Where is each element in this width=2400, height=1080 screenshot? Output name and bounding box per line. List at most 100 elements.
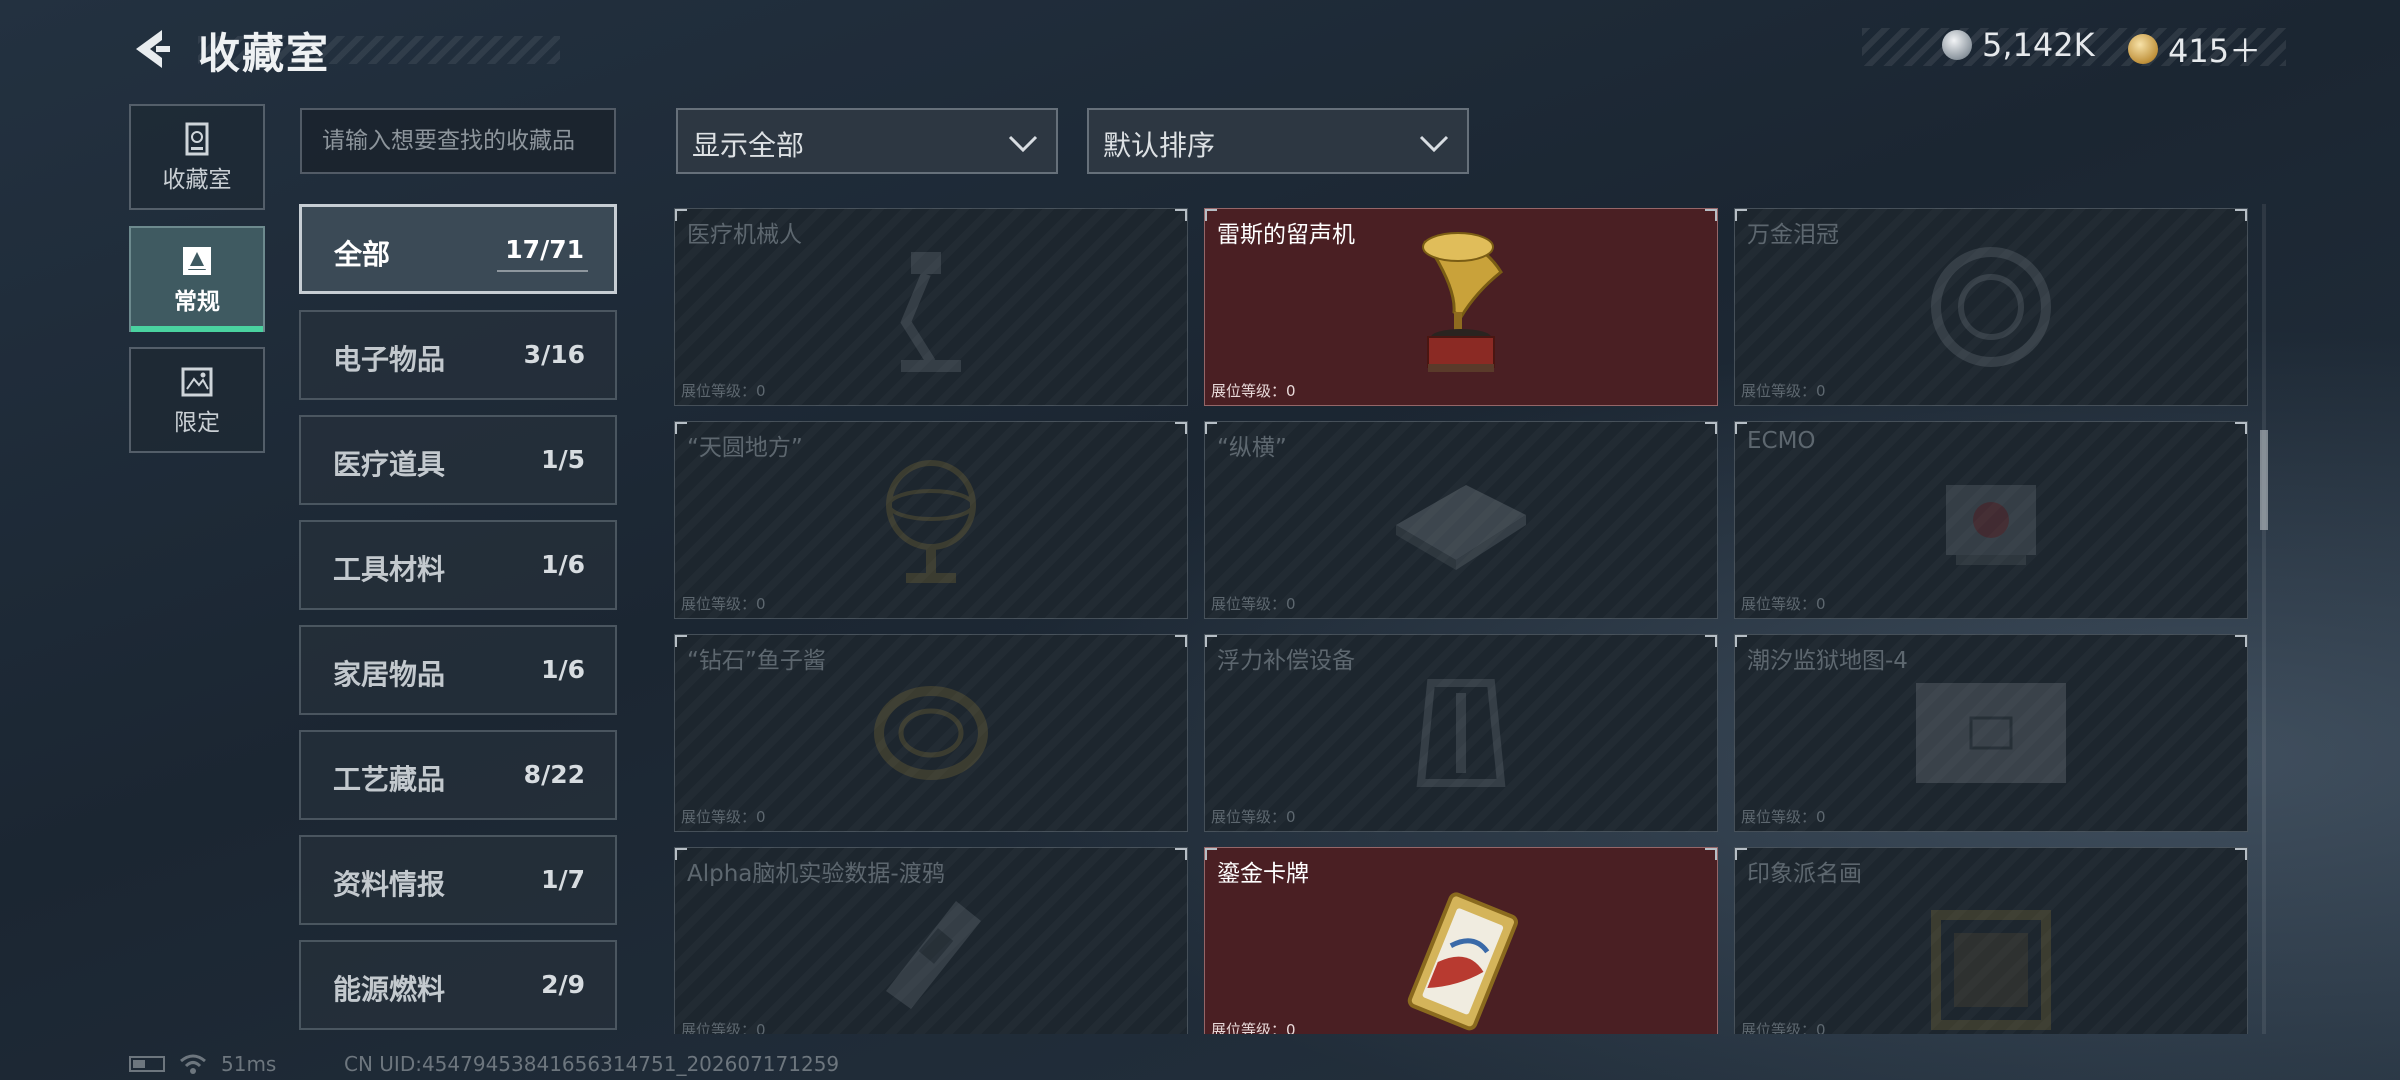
robot-arm-icon <box>900 252 961 372</box>
side-tab-label: 常规 <box>174 289 220 315</box>
chevron-down-icon <box>1008 135 1038 153</box>
category-name: 医疗道具 <box>333 448 446 481</box>
item-name: 印象派名画 <box>1747 861 1862 887</box>
display-filter-value: 显示全部 <box>692 129 805 162</box>
category-name: 家居物品 <box>333 658 446 691</box>
category-fuel[interactable]: 能源燃料 2/9 <box>299 940 617 1030</box>
item-level: 展位等级：0 <box>1741 1021 1826 1034</box>
item-level: 展位等级：0 <box>1211 595 1296 613</box>
currency-gold-value: 415＋ <box>2168 32 2262 70</box>
item-card-ecmo[interactable]: ECMO 展位等级：0 <box>1734 421 2248 619</box>
category-name: 能源燃料 <box>333 973 446 1006</box>
item-card-prison-map[interactable]: 潮汐监狱地图-4 展位等级：0 <box>1734 634 2248 832</box>
regular-icon <box>180 244 214 278</box>
category-tools[interactable]: 工具材料 1/6 <box>299 520 617 610</box>
category-count: 3/16 <box>523 340 585 369</box>
battery-icon <box>129 1056 165 1072</box>
item-name: ECMO <box>1747 428 1816 454</box>
item-name: 鎏金卡牌 <box>1217 861 1309 887</box>
side-tab-limited[interactable]: 限定 <box>129 347 265 453</box>
item-card-caviar[interactable]: “钻石”鱼子酱 展位等级：0 <box>674 634 1188 832</box>
category-name: 工艺藏品 <box>333 763 446 796</box>
currency-silver: 5,142K <box>1942 26 2095 64</box>
item-level: 展位等级：0 <box>1741 595 1826 613</box>
item-level: 展位等级：0 <box>1741 382 1826 400</box>
sort-dropdown[interactable]: 默认排序 <box>1087 108 1469 174</box>
status-footer: 51ms <box>129 1052 276 1076</box>
category-name: 电子物品 <box>333 343 446 376</box>
currency-gold[interactable]: 415＋ <box>2128 26 2261 72</box>
item-card-armillary[interactable]: “天圆地方” 展位等级：0 <box>674 421 1188 619</box>
category-crafts[interactable]: 工艺藏品 8/22 <box>299 730 617 820</box>
category-intel[interactable]: 资料情报 1/7 <box>299 835 617 925</box>
category-count: 2/9 <box>541 970 585 999</box>
item-level: 展位等级：0 <box>1211 1021 1296 1034</box>
chevron-down-icon <box>1419 135 1449 153</box>
search-input[interactable] <box>300 108 616 174</box>
category-medical[interactable]: 医疗道具 1/5 <box>299 415 617 505</box>
item-card-gilded-card[interactable]: 鎏金卡牌 展位等级：0 <box>1204 847 1718 1034</box>
caviar-tin-icon <box>874 686 988 780</box>
item-level: 展位等级：0 <box>1741 808 1826 826</box>
side-tab-collection-room[interactable]: 收藏室 <box>129 104 265 210</box>
item-name: 雷斯的留声机 <box>1217 222 1355 248</box>
category-count: 1/6 <box>541 550 585 579</box>
category-count: 1/6 <box>541 655 585 684</box>
item-level: 展位等级：0 <box>1211 382 1296 400</box>
side-tab-label: 收藏室 <box>162 167 232 193</box>
category-name: 全部 <box>334 238 391 271</box>
category-name: 资料情报 <box>333 868 446 901</box>
data-drive-icon <box>886 901 981 1009</box>
item-name: 万金泪冠 <box>1747 222 1839 248</box>
item-card-crown[interactable]: 万金泪冠 展位等级：0 <box>1734 208 2248 406</box>
gramophone-icon <box>1422 232 1503 372</box>
bcd-vest-icon <box>1416 679 1506 787</box>
currency-silver-value: 5,142K <box>1982 26 2095 64</box>
category-all[interactable]: 全部 17/71 <box>299 204 617 294</box>
chessboard-icon <box>1396 485 1526 570</box>
user-uid: CN UID:4547945384165631475​1_20260717125… <box>344 1052 840 1076</box>
item-card-alpha-data[interactable]: Alpha脑机实验数据-渡鸦 展位等级：0 <box>674 847 1188 1034</box>
item-name: 潮汐监狱地图-4 <box>1747 648 1908 674</box>
collection-room-icon <box>180 122 214 156</box>
category-electronics[interactable]: 电子物品 3/16 <box>299 310 617 400</box>
category-name: 工具材料 <box>333 553 446 586</box>
category-count: 17/71 <box>497 235 588 272</box>
item-level: 展位等级：0 <box>681 382 766 400</box>
side-tab-regular[interactable]: 常规 <box>129 226 265 332</box>
ecmo-machine-icon <box>1946 485 2036 565</box>
header: 收藏室 5,142K 415＋ <box>0 0 2400 100</box>
item-level: 展位等级：0 <box>681 808 766 826</box>
item-card-painting[interactable]: 印象派名画 展位等级：0 <box>1734 847 2248 1034</box>
back-arrow-icon[interactable] <box>128 26 174 72</box>
item-card-bcd[interactable]: 浮力补偿设备 展位等级：0 <box>1204 634 1718 832</box>
item-level: 展位等级：0 <box>681 595 766 613</box>
item-name: 医疗机械人 <box>687 222 802 248</box>
item-level: 展位等级：0 <box>681 1021 766 1034</box>
gold-coin-icon <box>2128 34 2158 64</box>
category-count: 1/5 <box>541 445 585 474</box>
item-card-medical-robot[interactable]: 医疗机械人 展位等级：0 <box>674 208 1188 406</box>
category-count: 1/7 <box>541 865 585 894</box>
silver-coin-icon <box>1942 30 1972 60</box>
item-grid: 医疗机械人 展位等级：0 雷斯的留声机 展位等级：0 万金泪冠 展位等级：0 “… <box>674 208 2252 1034</box>
item-card-gramophone[interactable]: 雷斯的留声机 展位等级：0 <box>1204 208 1718 406</box>
grid-scrollbar-track[interactable] <box>2262 204 2266 1034</box>
item-name: “纵横” <box>1217 435 1287 461</box>
item-name: “天圆地方” <box>687 435 803 461</box>
limited-icon <box>180 365 214 399</box>
item-card-chessboard[interactable]: “纵横” 展位等级：0 <box>1204 421 1718 619</box>
grid-scrollbar-thumb[interactable] <box>2260 430 2268 530</box>
sort-value: 默认排序 <box>1103 129 1216 162</box>
item-name: “钻石”鱼子酱 <box>687 648 826 674</box>
item-name: 浮力补偿设备 <box>1217 648 1355 674</box>
side-tab-label: 限定 <box>174 410 220 436</box>
category-count: 8/22 <box>523 760 585 789</box>
crown-icon <box>1931 247 2051 367</box>
armillary-icon <box>886 460 976 583</box>
wifi-icon <box>180 1054 206 1074</box>
page-title: 收藏室 <box>198 29 331 78</box>
display-filter-dropdown[interactable]: 显示全部 <box>676 108 1058 174</box>
category-household[interactable]: 家居物品 1/6 <box>299 625 617 715</box>
map-icon <box>1916 683 2066 783</box>
